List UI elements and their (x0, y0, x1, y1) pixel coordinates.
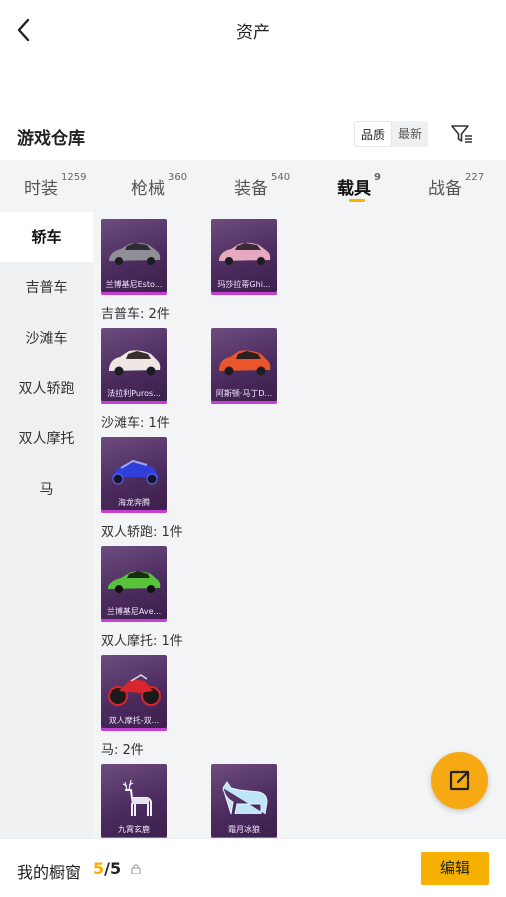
coupe-green-image (108, 571, 161, 593)
vehicle-name: 海龙奔腾 (118, 498, 150, 507)
filter-icon[interactable] (450, 123, 474, 145)
top-bar: 资产 (0, 0, 506, 60)
tab-vehicles[interactable]: 载具9 (337, 172, 381, 199)
tab-label: 时装 (24, 179, 58, 199)
lock-icon (131, 864, 141, 874)
showcase-count-current: 5 (93, 859, 105, 878)
section-header: 游戏仓库 品质 最新 (0, 118, 506, 158)
vehicle-name: 九霄玄鹿 (118, 825, 150, 834)
sort-quality-option[interactable]: 品质 (354, 121, 393, 147)
vehicle-name: 霜月冰狼 (228, 825, 260, 834)
vehicle-card[interactable]: 海龙奔腾 (101, 437, 167, 513)
showcase-label: 我的橱窗 (17, 863, 82, 882)
sidebar-item-sedan[interactable]: 轿车 (0, 212, 93, 262)
deer-white-image (122, 779, 152, 816)
page-title: 资产 (236, 23, 270, 43)
vehicle-name: 兰博基尼Ave... (106, 607, 162, 616)
sidebar-item-coupe[interactable]: 双人轿跑 (0, 364, 93, 414)
active-tab-indicator (349, 199, 365, 202)
vehicle-name: 法拉利Puros... (107, 389, 161, 398)
tab-count: 1259 (61, 172, 87, 183)
vehicle-card[interactable]: 玛莎拉蒂Ghi... (211, 219, 277, 295)
showcase-bar: 我的橱窗 5/5 编辑 (0, 838, 506, 897)
vehicle-name: 玛莎拉蒂Ghi... (217, 280, 271, 289)
vehicle-card[interactable]: 阿斯顿·马丁D... (211, 328, 277, 404)
showcase-count-total: 5 (109, 859, 122, 878)
sidebar-item-beach-buggy[interactable]: 沙滩车 (0, 314, 93, 364)
tab-fashion[interactable]: 时装1259 (24, 172, 87, 199)
wolf-ice-image (222, 781, 268, 815)
sort-toggle: 品质 最新 (354, 121, 429, 147)
suv-white-image (109, 350, 161, 376)
group-label-jeep: 吉普车: 2件 (101, 307, 170, 322)
vehicle-name: 阿斯顿·马丁D... (215, 389, 273, 398)
tab-label: 装备 (234, 179, 268, 199)
sidebar-item-motorcycle[interactable]: 双人摩托 (0, 414, 93, 464)
vehicle-name: 双人摩托-双... (108, 716, 160, 725)
vehicle-type-sidebar: 轿车 吉普车 沙滩车 双人轿跑 双人摩托 马 (0, 212, 93, 838)
suv-orange-image (219, 350, 271, 376)
buggy-blue-image (111, 459, 159, 485)
vehicle-card[interactable]: 霜月冰狼 (211, 764, 277, 838)
tab-count: 360 (168, 172, 188, 183)
vehicle-card[interactable]: 法拉利Puros... (101, 328, 167, 404)
sort-latest-option[interactable]: 最新 (392, 121, 428, 147)
tab-count: 9 (374, 172, 381, 183)
motorcycle-red-image (108, 674, 161, 706)
sidebar-item-jeep[interactable]: 吉普车 (0, 263, 93, 313)
vehicle-name: 兰博基尼Esto... (105, 280, 163, 289)
tab-count: 540 (271, 172, 291, 183)
vehicle-grid: 兰博基尼Esto... 玛莎拉蒂Ghi... 吉普车: 2件 法拉利Puros.… (93, 212, 506, 838)
vehicle-card[interactable]: 兰博基尼Ave... (101, 546, 167, 622)
tab-count: 227 (465, 172, 485, 183)
sidebar-item-horse[interactable]: 马 (0, 465, 93, 515)
section-title: 游戏仓库 (17, 129, 85, 149)
category-tabs: 时装1259 枪械360 装备540 载具9 战备227 (0, 160, 506, 212)
group-label-coupe: 双人轿跑: 1件 (101, 525, 183, 540)
showcase-count: 5/5 (93, 859, 121, 878)
tab-equipment[interactable]: 装备540 (234, 172, 291, 199)
sedan-grey-image (109, 242, 161, 265)
tab-supplies[interactable]: 战备227 (428, 172, 485, 199)
tab-label: 战备 (428, 179, 462, 199)
edit-button[interactable]: 编辑 (421, 852, 489, 885)
tab-label: 枪械 (131, 179, 165, 199)
vehicle-card[interactable]: 双人摩托-双... (101, 655, 167, 731)
group-label-motorcycle: 双人摩托: 1件 (101, 634, 183, 649)
sedan-pink-image (219, 242, 271, 265)
vehicle-card[interactable]: 九霄玄鹿 (101, 764, 167, 838)
group-label-horse: 马: 2件 (101, 743, 144, 758)
tab-label: 载具 (337, 179, 371, 199)
vehicle-card[interactable]: 兰博基尼Esto... (101, 219, 167, 295)
share-icon (449, 770, 470, 791)
share-fab-button[interactable] (431, 752, 488, 809)
group-label-beach-buggy: 沙滩车: 1件 (101, 416, 170, 431)
tab-guns[interactable]: 枪械360 (131, 172, 188, 199)
